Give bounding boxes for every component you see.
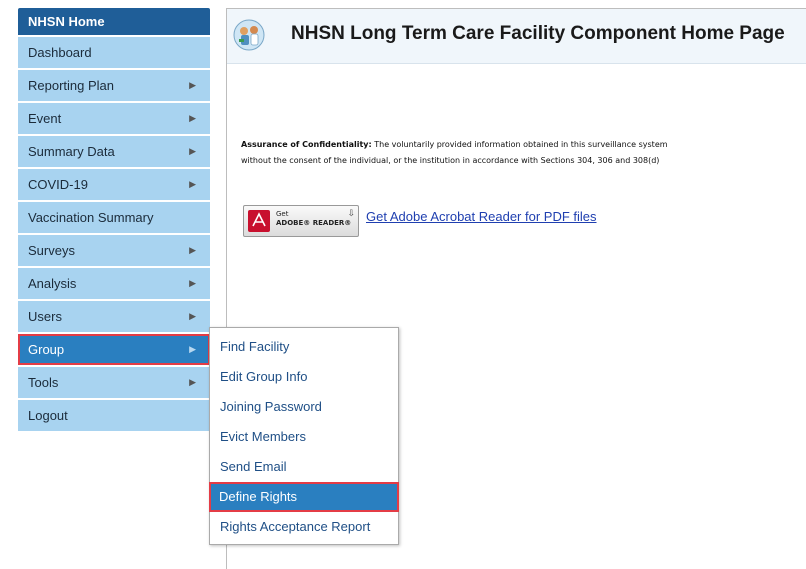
sidebar-item-event[interactable]: Event ▶ bbox=[18, 103, 210, 134]
submenu-item-evict-members[interactable]: Evict Members bbox=[210, 422, 398, 452]
sidebar-item-surveys[interactable]: Surveys ▶ bbox=[18, 235, 210, 266]
sidebar-item-label: Reporting Plan bbox=[28, 78, 114, 93]
sidebar-nav: NHSN Home Dashboard Reporting Plan ▶ Eve… bbox=[18, 8, 210, 431]
adobe-reader-button[interactable]: Get ADOBE® READER® ⇩ bbox=[243, 205, 359, 237]
chevron-right-icon: ▶ bbox=[189, 311, 196, 321]
submenu-item-edit-group-info[interactable]: Edit Group Info bbox=[210, 362, 398, 392]
adobe-get-text: Get bbox=[276, 210, 289, 218]
adobe-reader-text: ADOBE® READER® bbox=[276, 219, 352, 227]
confidentiality-label: Assurance of Confidentiality: bbox=[241, 140, 372, 149]
page-title: NHSN Long Term Care Facility Component H… bbox=[291, 23, 785, 44]
chevron-right-icon: ▶ bbox=[189, 245, 196, 255]
sidebar-item-summary-data[interactable]: Summary Data ▶ bbox=[18, 136, 210, 167]
nhsn-logo-icon bbox=[233, 19, 265, 51]
sidebar-item-covid-19[interactable]: COVID-19 ▶ bbox=[18, 169, 210, 200]
chevron-right-icon: ▶ bbox=[189, 179, 196, 189]
sidebar-item-label: Analysis bbox=[28, 276, 77, 291]
group-submenu: Find Facility Edit Group Info Joining Pa… bbox=[209, 327, 399, 545]
submenu-item-joining-password[interactable]: Joining Password bbox=[210, 392, 398, 422]
confidentiality-notice: Assurance of Confidentiality: The volunt… bbox=[241, 137, 806, 169]
sidebar-item-label: Event bbox=[28, 111, 62, 126]
confidentiality-text-line1: The voluntarily provided information obt… bbox=[374, 140, 668, 149]
chevron-right-icon: ▶ bbox=[189, 377, 196, 387]
chevron-right-icon: ▶ bbox=[189, 344, 196, 354]
submenu-item-rights-acceptance-report[interactable]: Rights Acceptance Report bbox=[210, 512, 398, 542]
sidebar-item-label: Users bbox=[28, 309, 62, 324]
sidebar-item-label: Surveys bbox=[28, 243, 75, 258]
submenu-item-send-email[interactable]: Send Email bbox=[210, 452, 398, 482]
sidebar-item-label: Summary Data bbox=[28, 144, 115, 159]
sidebar-item-vaccination-summary[interactable]: Vaccination Summary bbox=[18, 202, 210, 233]
submenu-item-find-facility[interactable]: Find Facility bbox=[210, 332, 398, 362]
sidebar-item-tools[interactable]: Tools ▶ bbox=[18, 367, 210, 398]
chevron-right-icon: ▶ bbox=[189, 278, 196, 288]
sidebar-item-label: COVID-19 bbox=[28, 177, 88, 192]
chevron-right-icon: ▶ bbox=[189, 113, 196, 123]
sidebar-item-label: Tools bbox=[28, 375, 59, 390]
chevron-right-icon: ▶ bbox=[189, 146, 196, 156]
page-header: NHSN Long Term Care Facility Component H… bbox=[227, 9, 806, 64]
sidebar-item-reporting-plan[interactable]: Reporting Plan ▶ bbox=[18, 70, 210, 101]
sidebar-item-users[interactable]: Users ▶ bbox=[18, 301, 210, 332]
adobe-pdf-icon bbox=[248, 210, 270, 232]
sidebar-item-group[interactable]: Group ▶ bbox=[18, 334, 210, 365]
sidebar-item-logout[interactable]: Logout bbox=[18, 400, 210, 431]
confidentiality-text-line2: without the consent of the individual, o… bbox=[241, 156, 660, 165]
sidebar-item-label: Vaccination Summary bbox=[28, 210, 154, 225]
chevron-right-icon: ▶ bbox=[189, 80, 196, 90]
nav-home[interactable]: NHSN Home bbox=[18, 8, 210, 35]
adobe-reader-link[interactable]: Get Adobe Acrobat Reader for PDF files bbox=[366, 209, 597, 224]
submenu-item-define-rights[interactable]: Define Rights bbox=[209, 482, 399, 512]
sidebar-item-analysis[interactable]: Analysis ▶ bbox=[18, 268, 210, 299]
sidebar-item-label: Group bbox=[28, 342, 65, 357]
sidebar-item-label: Logout bbox=[28, 408, 68, 423]
download-arrow-icon: ⇩ bbox=[347, 208, 355, 218]
sidebar-item-dashboard[interactable]: Dashboard bbox=[18, 37, 210, 68]
sidebar-item-label: Dashboard bbox=[28, 45, 92, 60]
